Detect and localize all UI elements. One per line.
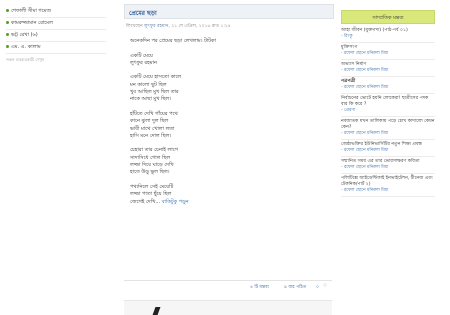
all-writers-link[interactable]: সকল ব্যবহারকারী দেখুন	[6, 57, 118, 64]
bullet-icon	[6, 45, 9, 48]
meta-date: , ২১ শে এপ্রিল, ২০১৬ রাত ১:২৪	[168, 24, 231, 29]
comment-author[interactable]: - রফেল ছোনে মনিরুল মিয়া	[341, 68, 435, 74]
left-sidebar: শেফালী সীমা গমেজ কামরুজ্জামান রোমেল ভট্ট…	[0, 0, 118, 314]
comment-post-title[interactable]: নবজাতক যখন তালিকায় পড়ে চোখ কাদালো কেমন…	[341, 119, 435, 131]
writer-list: শেফালী সীমা গমেজ কামরুজ্জামান রোমেল ভট্ট…	[0, 0, 118, 54]
comment-item[interactable]: আহা জীবন (মুক্তগদ্য) (পাঠ-পর্ব ০১) - রিং…	[341, 26, 435, 43]
poem-line-text: জেগেই দেখি...	[130, 198, 161, 205]
bullet-icon	[6, 21, 9, 24]
post-title[interactable]: প্রেমের ছড়া	[129, 8, 157, 19]
read-more-link[interactable]: বাকিটুকু পড়ুন	[162, 199, 189, 205]
comment-author[interactable]: - রফেল ছোনে মনিরুল মিয়া	[341, 188, 435, 194]
writer-name[interactable]: এম. এ. কালাম	[11, 44, 41, 50]
comment-author[interactable]: - রিংকু	[341, 34, 435, 40]
poem-line: সাদাসিধে গোল ছিল	[130, 154, 171, 161]
comment-count[interactable]: ৪ টি মন্তব্য	[250, 284, 269, 291]
poem-line: লজ্জা পাতা ছুঁয়ে ছিল	[130, 191, 172, 198]
comment-author[interactable]: - রফেল ছোনে মনিরুল মিয়া	[341, 85, 435, 91]
comment-author[interactable]: - রফেল ছোনে মনিরুল মিয়া	[341, 148, 435, 154]
comment-author[interactable]: - রফেল ছোনে মনিরুল মিয়া	[341, 51, 435, 57]
poem-line: লুৎফুর রহমান	[130, 59, 157, 66]
writer-item[interactable]: কামরুজ্জামান রোমেল	[6, 18, 106, 30]
poem-line: মন কালো ছুট ছিল	[130, 81, 167, 88]
poem-line	[130, 177, 320, 184]
comment-item[interactable]: নবজাতক যখন তালিকায় পড়ে চোখ কাদালো কেমন…	[341, 117, 435, 140]
post-header: প্রেমের ছড়া	[124, 4, 334, 19]
writer-item[interactable]: শেফালী সীমা গমেজ	[6, 6, 106, 18]
author-link[interactable]: লুৎফুর রহমান	[144, 24, 168, 29]
poem-line	[130, 45, 320, 52]
bullet-icon	[6, 9, 9, 12]
comment-item[interactable]: নির্বাচনের ভোটে হয়নি লোকেরা! ছাত্রীসের …	[341, 94, 435, 117]
comment-author[interactable]: - রফেল ছোনে মনিরুল মিয়া	[341, 131, 435, 137]
like-count[interactable]: ০	[316, 284, 319, 291]
poem-line: হাতে উড়ু ভুল ছিল।	[130, 169, 170, 176]
writer-name[interactable]: ভট্ট রেখা (৬)	[11, 32, 38, 38]
post-footer: ৪ টি মন্তব্য ৯ বার পঠিত ০ ♡	[124, 280, 332, 291]
poem-line: খুব আছিল মুখ ছিল তার	[130, 89, 179, 96]
writer-item[interactable]: ভট্ট রেখা (৬)	[6, 30, 106, 42]
comment-item[interactable]: সম্মানিত সময় এর তার ভোরসাক্ষরণ কবিতা - …	[341, 157, 435, 174]
recent-comments-heading: সাম্প্রতিক মন্তব্য	[341, 10, 435, 24]
comment-author[interactable]: - রফেল ছোনে মনিরুল মিয়া	[341, 165, 435, 171]
comment-author[interactable]: - প্রেরণা	[341, 108, 435, 114]
comment-post-title[interactable]: পলিটিক্সে আইডেন্টিফাই ইনভাইটেশন, টীনেজ এ…	[341, 176, 435, 188]
poem-line: ভাবী মাথে খোলা লতা	[130, 125, 175, 132]
poem-line: চেহারা তার চেনাই লাগে	[130, 147, 178, 154]
post-card: প্রেমের ছড়া লিখেছেন লুৎফুর রহমান, ২১ শে…	[124, 0, 334, 315]
poem-line	[130, 140, 320, 147]
poem-line: একটি মেয়ে	[130, 52, 153, 59]
poem-line	[130, 104, 320, 111]
bullet-icon	[6, 33, 9, 36]
right-panel: সাম্প্রতিক মন্তব্য আহা জীবন (মুক্তগদ্য) …	[341, 10, 435, 314]
poem-line-last: জেগেই দেখি... বাকিটুকু পড়ুন	[130, 199, 320, 206]
post-meta: লিখেছেন লুৎফুর রহমান, ২১ শে এপ্রিল, ২০১৬…	[126, 23, 231, 30]
view-count: ৯ বার পঠিত	[284, 285, 307, 290]
like-icon[interactable]: ♡	[323, 284, 327, 289]
comment-item[interactable]: পলিটিক্সে আইডেন্টিফাই ইনভাইটেশন, টীনেজ এ…	[341, 174, 435, 197]
comment-item[interactable]: অভ্যাস নির্মাণ - রফেল ছোনে মনিরুল মিয়া	[341, 60, 435, 77]
writer-name[interactable]: কামরুজ্জামান রোমেল	[11, 20, 53, 26]
writer-name[interactable]: শেফালী সীমা গমেজ	[11, 8, 51, 14]
comment-item[interactable]: মুক্তিসংগ - রফেল ছোনে মনিরুল মিয়া	[341, 43, 435, 60]
poem-line: হাঁটতে দেখি গাঁয়ের পথে	[130, 110, 178, 117]
meta-prefix: লিখেছেন	[126, 24, 145, 29]
poem-line: হাসি মনে দোল ছিল।	[130, 132, 172, 139]
writer-item[interactable]: এম. এ. কালাম	[6, 42, 106, 54]
poem-line: কানে ঝুলা দুল ছিল	[130, 118, 169, 125]
poem-line: একটি মেয়ে হাসতো কালে	[130, 74, 182, 81]
post-body: অনেকদিন পর প্রেমের ছড়া লেখলাম। টাটকা এক…	[130, 38, 320, 206]
poem-line: অনেকদিন পর প্রেমের ছড়া লেখলাম। টাটকা	[130, 38, 216, 44]
comment-item[interactable]: জেষ্ঠ্যভক্তির ইউনিভার্সিটির নতুন শিক্ষা …	[341, 140, 435, 157]
comment-item[interactable]: পত্রপত্রী - রফেল ছোনে মনিরুল মিয়া	[341, 77, 435, 94]
poem-line: নাকে আছা মুখ ছিল।	[130, 96, 172, 103]
recent-comments-list: আহা জীবন (মুক্তগদ্য) (পাঠ-পর্ব ০১) - রিং…	[341, 24, 435, 197]
comment-post-title[interactable]: নির্বাচনের ভোটে হয়নি লোকেরা! ছাত্রীসের …	[341, 96, 435, 108]
next-post-preview[interactable]	[124, 300, 332, 315]
